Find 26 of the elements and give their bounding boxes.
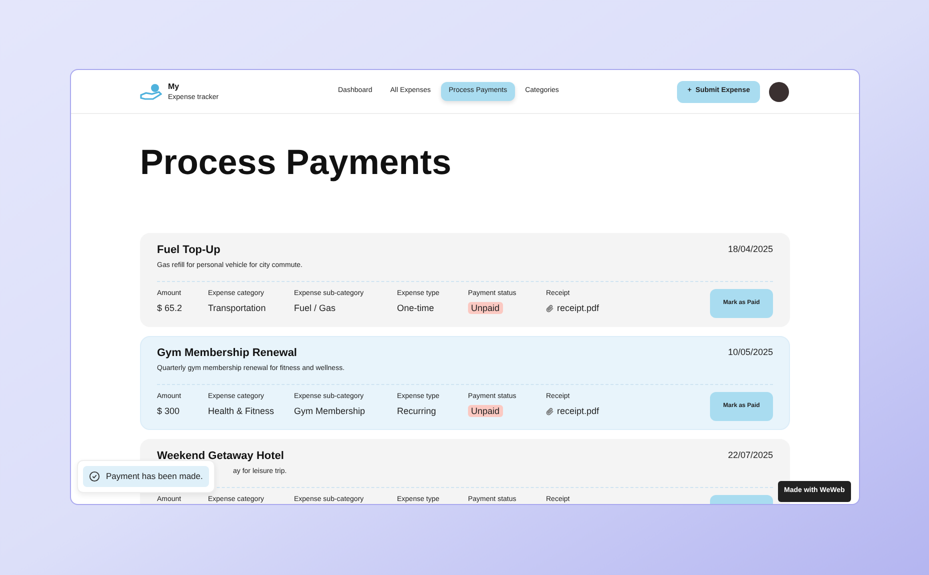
- receipt-link[interactable]: receipt.pdf: [557, 302, 600, 316]
- expense-date: 10/05/2025: [728, 346, 773, 359]
- toast-message: Payment has been made.: [83, 466, 209, 487]
- avatar[interactable]: [769, 82, 789, 102]
- expense-title: Gym Membership Renewal: [157, 346, 297, 360]
- field-value: Health & Fitness: [208, 405, 276, 418]
- check-circle-icon: [89, 471, 100, 482]
- field-value: Transportation: [208, 302, 267, 315]
- page-title: Process Payments: [140, 142, 452, 184]
- paperclip-icon: [546, 304, 554, 314]
- field-value: $ 300: [157, 405, 181, 418]
- receipt-link[interactable]: receipt.pdf: [557, 405, 600, 418]
- logo-title: My: [168, 80, 180, 92]
- status-badge: Unpaid: [468, 302, 503, 314]
- field-value: $ 65.2: [157, 302, 184, 315]
- expense-date: 22/07/2025: [728, 449, 773, 462]
- expense-title: Weekend Getaway Hotel: [157, 449, 284, 463]
- field-value: Fuel / Gas: [294, 302, 337, 315]
- hand-coin-icon: [140, 82, 162, 100]
- status-badge: Unpaid: [468, 405, 503, 417]
- field-value: Recurring: [397, 405, 438, 418]
- field-value: Gym Membership: [294, 405, 366, 418]
- paperclip-icon: [546, 407, 554, 416]
- field-value: One-time: [397, 302, 436, 315]
- expense-date: 18/04/2025: [728, 243, 773, 256]
- expense-title: Fuel Top-Up: [157, 243, 220, 257]
